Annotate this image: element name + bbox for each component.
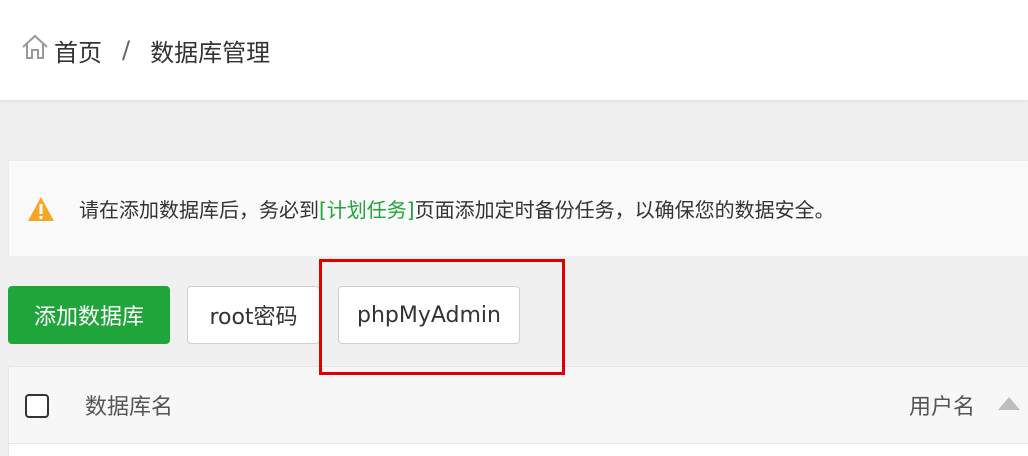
- table-row: [8, 444, 1028, 456]
- phpmyadmin-button[interactable]: phpMyAdmin: [338, 286, 520, 344]
- table-header: 数据库名 用户名: [8, 366, 1028, 444]
- scheduled-task-link[interactable]: [计划任务]: [319, 194, 415, 223]
- breadcrumb-separator: /: [122, 36, 131, 64]
- breadcrumb-current: 数据库管理: [150, 38, 271, 67]
- alert-text-before: 请在添加数据库后，务必到: [79, 198, 319, 222]
- select-all-checkbox[interactable]: [25, 394, 49, 418]
- warning-icon: [28, 196, 54, 221]
- alert-text-after: 页面添加定时备份任务，以确保您的数据安全。: [414, 198, 835, 222]
- main-content: 请在添加数据库后，务必到 [计划任务] 页面添加定时备份任务，以确保您的数据安全…: [8, 160, 1028, 456]
- breadcrumb: 首页 / 数据库管理: [20, 30, 270, 70]
- sort-ascending-icon[interactable]: [998, 397, 1020, 410]
- backup-warning-alert: 请在添加数据库后，务必到 [计划任务] 页面添加定时备份任务，以确保您的数据安全…: [8, 160, 1028, 256]
- top-header: 首页 / 数据库管理: [0, 0, 1028, 100]
- root-password-button[interactable]: root密码: [187, 286, 320, 344]
- home-icon[interactable]: [20, 32, 54, 68]
- add-database-button[interactable]: 添加数据库: [8, 286, 170, 344]
- column-header-username[interactable]: 用户名: [909, 389, 975, 421]
- column-header-database-name[interactable]: 数据库名: [85, 389, 173, 421]
- toolbar: 添加数据库 root密码 phpMyAdmin: [8, 286, 1028, 346]
- breadcrumb-home[interactable]: 首页: [54, 33, 102, 68]
